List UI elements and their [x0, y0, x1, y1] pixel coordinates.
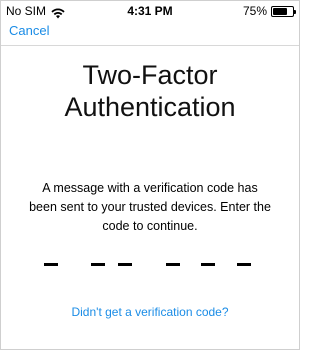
cancel-button[interactable]: Cancel — [9, 23, 49, 38]
code-digit-slot[interactable] — [237, 263, 251, 266]
battery-percentage: 75% — [242, 4, 267, 18]
two-factor-screen: No SIM 4:31 PM 75% Cancel Two-Factor Aut… — [0, 0, 300, 350]
instruction-message: A message with a verification code has b… — [15, 179, 285, 236]
instruction-line-2: been sent to your trusted devices. Enter… — [29, 200, 271, 214]
instruction-line-1: A message with a verification code has — [42, 181, 258, 195]
code-digit-slot[interactable] — [44, 263, 58, 266]
page-title: Two-Factor Authentication — [1, 59, 299, 123]
code-digit-slot[interactable] — [91, 263, 105, 266]
status-right: 75% — [242, 1, 296, 21]
code-digit-slot[interactable] — [118, 263, 132, 266]
code-digit-slot[interactable] — [166, 263, 180, 266]
page-title-line-1: Two-Factor — [82, 60, 218, 90]
status-bar: No SIM 4:31 PM 75% — [1, 1, 299, 21]
resend-code-link[interactable]: Didn't get a verification code? — [1, 305, 299, 319]
page-title-line-2: Authentication — [64, 92, 236, 122]
battery-icon — [271, 5, 296, 17]
verification-code-input[interactable] — [1, 263, 299, 273]
nav-divider — [1, 45, 299, 46]
instruction-line-3: code to continue. — [102, 219, 198, 233]
code-digit-slot[interactable] — [201, 263, 215, 266]
battery-fill — [273, 7, 288, 15]
